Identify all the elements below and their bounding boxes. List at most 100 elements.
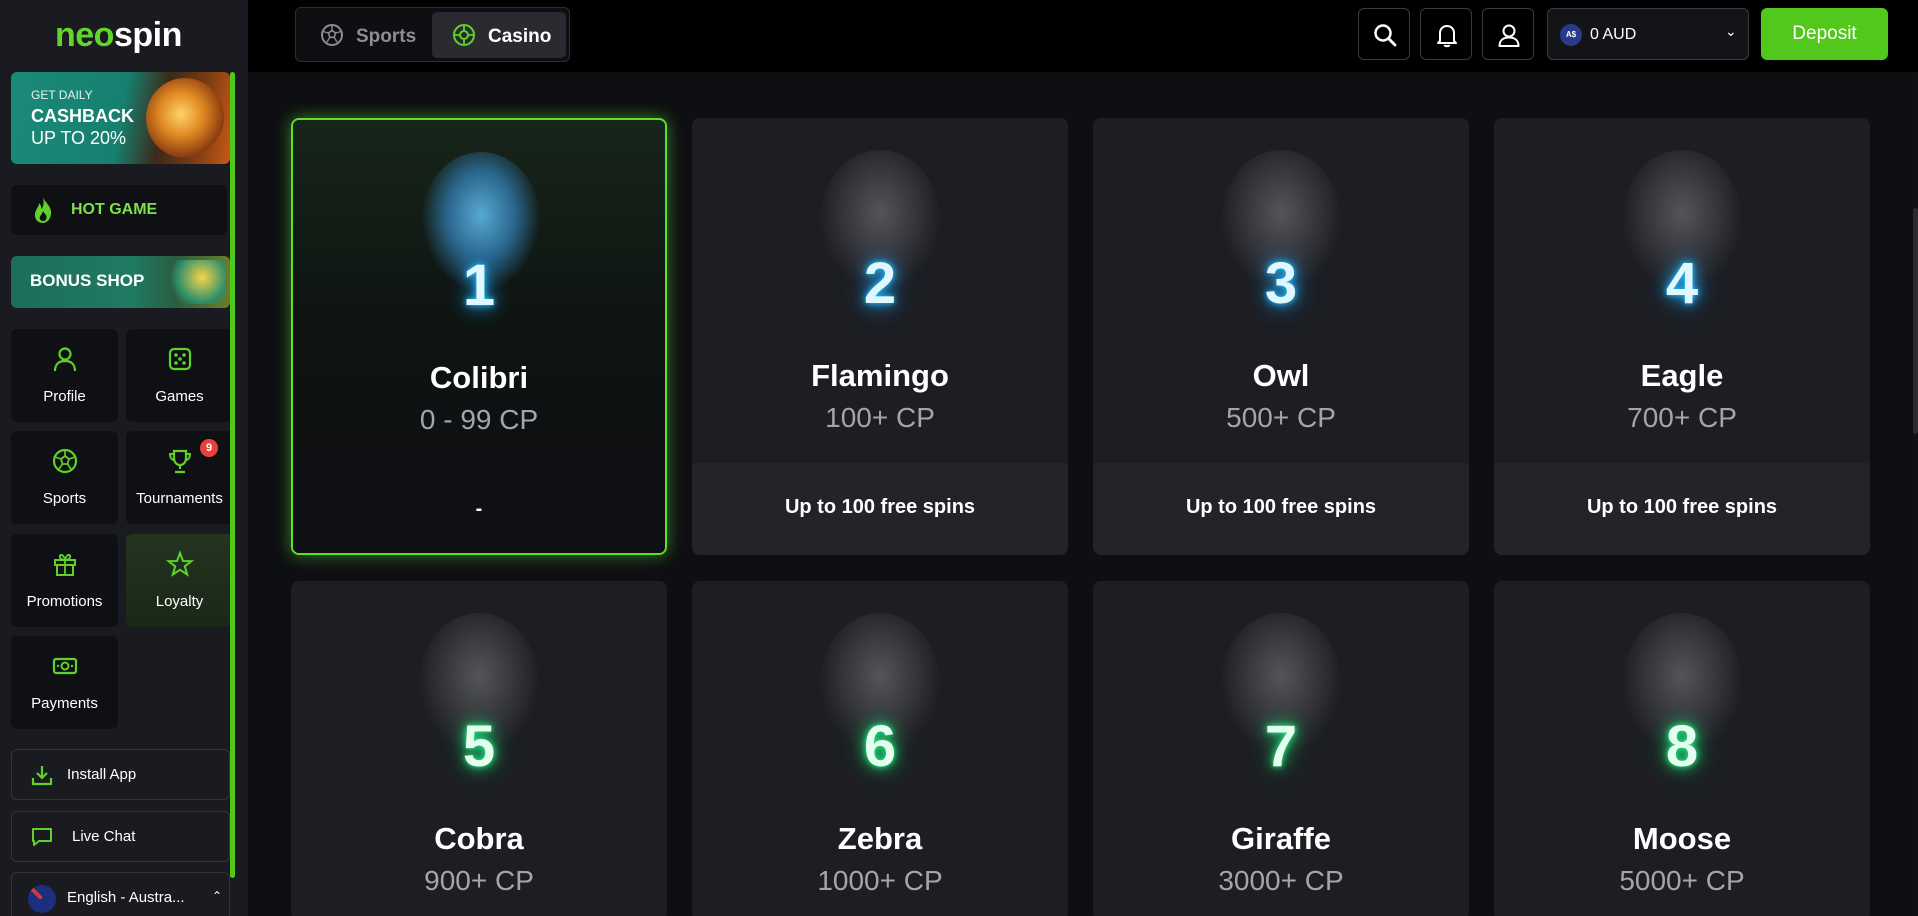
level-cp-range: 3000+ CP [1218,865,1344,896]
install-app-label: Install App [67,766,137,783]
level-reward: Up to 100 free spins [1586,496,1778,518]
main-scrollbar-thumb[interactable] [1913,208,1918,434]
level-number: 1 [462,253,496,318]
level-cp-range: 0 - 99 CP [419,404,539,435]
balance-amount: 0 AUD [1590,26,1637,43]
star-icon [166,550,194,577]
sidebar-item-payments[interactable]: Payments [11,636,118,729]
level-number: 4 [1665,251,1699,316]
level-name: Colibri [429,360,529,395]
level-name: Giraffe [1231,821,1331,856]
sidebar: neospin GET DAILY CASHBACK UP TO 20% HOT… [0,0,248,916]
level-card-top: 5 Cobra 900+ CP [291,581,667,916]
tab-sports-label: Sports [356,26,417,47]
cashback-line2: CASHBACK [31,106,134,126]
account-button[interactable] [1482,8,1534,60]
language-selector[interactable]: English - Austra... ⌃ [11,872,230,916]
live-chat-label: Live Chat [72,828,136,845]
level-card-giraffe[interactable]: 7 Giraffe 3000+ CP [1093,581,1469,916]
gift-icon [54,553,76,576]
level-name: Cobra [434,821,524,856]
level-number: 2 [863,251,897,316]
level-name: Eagle [1640,358,1724,393]
level-card-eagle[interactable]: 4 Eagle 700+ CP Up to 100 free spins [1494,118,1870,555]
loyalty-levels-area: 1 Colibri 0 - 99 CP - 2 Flamingo 100+ CP… [248,72,1918,916]
sidebar-item-label: Promotions [26,593,103,610]
sidebar-scrollbar[interactable] [230,72,235,878]
sidebar-item-label: Tournaments [136,490,223,507]
level-card-colibri[interactable]: 1 Colibri 0 - 99 CP - [291,118,667,555]
level-name: Flamingo [811,358,949,393]
bell-icon [1437,25,1457,48]
tab-sports[interactable]: Sports [300,12,428,58]
tab-casino-label: Casino [488,26,552,47]
language-label: English - Austra... [67,889,185,906]
level-card-owl[interactable]: 3 Owl 500+ CP Up to 100 free spins [1093,118,1469,555]
balance-dropdown[interactable]: A$ 0 AUD ⌄ [1547,8,1749,60]
download-icon [31,766,53,786]
level-name: Owl [1252,358,1310,393]
top-header: Sports Casino A$ 0 AUD ⌄ Deposit [248,0,1918,72]
sidebar-item-sports[interactable]: Sports [11,431,118,524]
bonus-shop-illustration [166,260,226,304]
notifications-button[interactable] [1420,8,1472,60]
sidebar-item-label: Sports [42,490,87,507]
soccer-ball-icon [321,24,343,46]
bonus-shop-label: BONUS SHOP [30,271,145,290]
level-number: 3 [1264,251,1298,316]
person-icon [53,347,77,372]
level-cp-range: 500+ CP [1226,402,1336,433]
neospin-logo[interactable]: neospin [55,16,182,55]
level-cp-range: 1000+ CP [817,865,943,896]
level-reward-area: Up to 100 free spins [692,463,1068,555]
dice-icon [168,347,192,371]
level-card-top: 6 Zebra 1000+ CP [692,581,1068,916]
level-reward: Up to 100 free spins [784,496,976,518]
level-reward-area: Up to 100 free spins [1093,463,1469,555]
sidebar-item-profile[interactable]: Profile [11,329,118,422]
level-card-flamingo[interactable]: 2 Flamingo 100+ CP Up to 100 free spins [692,118,1068,555]
level-card-top: 4 Eagle 700+ CP [1494,118,1870,463]
level-reward-area: Up to 100 free spins [1494,463,1870,555]
cashback-line3: UP TO 20% [31,128,127,148]
user-icon [1498,24,1520,47]
sidebar-item-label: Payments [31,695,98,712]
level-name: Moose [1632,821,1732,856]
level-name: Zebra [837,821,923,856]
level-card-cobra[interactable]: 5 Cobra 900+ CP [291,581,667,916]
bonus-shop-banner[interactable]: BONUS SHOP [11,256,230,308]
level-number: 7 [1264,714,1298,779]
deposit-button[interactable]: Deposit [1761,8,1888,60]
dragon-illustration [146,78,224,158]
chat-bubble-icon [32,828,52,846]
level-number: 5 [462,714,496,779]
sidebar-item-loyalty[interactable]: Loyalty [126,534,233,627]
level-cp-range: 700+ CP [1627,402,1737,433]
level-card-top: 1 Colibri 0 - 99 CP [293,120,665,465]
level-cp-range: 900+ CP [424,865,534,896]
level-card-zebra[interactable]: 6 Zebra 1000+ CP [692,581,1068,916]
level-card-top: 7 Giraffe 3000+ CP [1093,581,1469,916]
hot-game-label: HOT GAME [71,201,158,218]
australia-flag-icon [28,885,56,913]
level-card-top: 2 Flamingo 100+ CP [692,118,1068,463]
sidebar-item-label: Games [155,388,204,405]
aud-currency-icon: A$ [1560,24,1582,46]
cashback-banner[interactable]: GET DAILY CASHBACK UP TO 20% [11,72,230,164]
cashback-line1: GET DAILY [31,88,93,102]
level-card-top: 3 Owl 500+ CP [1093,118,1469,463]
install-app-button[interactable]: Install App [11,749,230,800]
tournaments-count-badge: 9 [200,439,218,457]
tab-casino[interactable]: Casino [432,12,566,58]
level-cp-range: 100+ CP [825,402,935,433]
cash-icon [52,657,78,675]
live-chat-button[interactable]: Live Chat [11,811,230,862]
hot-game-button[interactable]: HOT GAME [11,185,227,235]
level-cp-range: 5000+ CP [1619,865,1745,896]
search-button[interactable] [1358,8,1410,60]
level-card-moose[interactable]: 8 Moose 5000+ CP [1494,581,1870,916]
level-number: 6 [863,714,897,779]
level-card-top: 8 Moose 5000+ CP [1494,581,1870,916]
sidebar-item-games[interactable]: Games [126,329,233,422]
sidebar-item-promotions[interactable]: Promotions [11,534,118,627]
